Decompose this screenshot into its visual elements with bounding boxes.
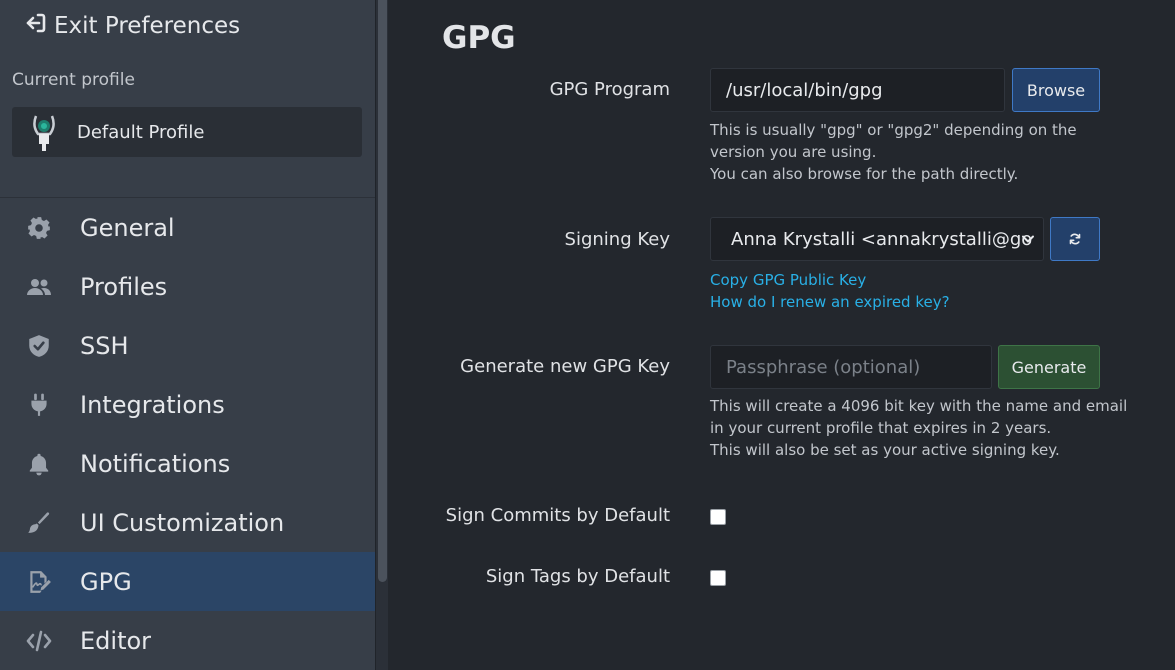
sidebar-scrollbar-thumb[interactable]	[378, 0, 387, 582]
exit-icon	[24, 11, 48, 41]
page-title: GPG	[442, 20, 516, 56]
passphrase-input[interactable]: Passphrase (optional)	[710, 345, 992, 389]
sidebar-item-label: Editor	[80, 626, 152, 655]
help-line: This will also be set as your active sig…	[710, 441, 1060, 459]
sidebar-item-label: GPG	[80, 567, 132, 596]
refresh-icon	[1069, 233, 1081, 245]
help-line: in your current profile that expires in …	[710, 419, 1052, 437]
sidebar-item-integrations[interactable]: Integrations	[0, 375, 375, 434]
sidebar-item-label: Integrations	[80, 390, 225, 419]
bell-icon	[24, 449, 54, 479]
sign-commits-checkbox[interactable]	[710, 509, 726, 525]
help-line: version you are using.	[710, 143, 877, 161]
sign-tags-label: Sign Tags by Default	[485, 566, 670, 587]
renew-expired-key-link[interactable]: How do I renew an expired key?	[710, 291, 950, 313]
current-profile-card[interactable]: Default Profile	[12, 107, 362, 157]
exit-preferences-button[interactable]: Exit Preferences	[24, 11, 240, 41]
generate-key-label: Generate new GPG Key	[460, 356, 670, 377]
help-line: You can also browse for the path directl…	[710, 165, 1019, 183]
signature-icon	[24, 567, 54, 597]
sidebar: Exit Preferences Current profile Default…	[0, 0, 375, 670]
generate-button[interactable]: Generate	[998, 345, 1100, 389]
gpg-program-input[interactable]: /usr/local/bin/gpg	[710, 68, 1005, 112]
sidebar-scrollbar[interactable]	[375, 0, 388, 670]
generate-key-help: This will create a 4096 bit key with the…	[710, 395, 1127, 461]
current-profile-caption: Current profile	[12, 70, 135, 90]
sidebar-item-label: Profiles	[80, 272, 168, 301]
browse-button[interactable]: Browse	[1012, 68, 1100, 112]
help-line: This is usually "gpg" or "gpg2" dependin…	[710, 121, 1077, 139]
sidebar-item-ui-customization[interactable]: UI Customization	[0, 493, 375, 552]
sign-commits-label: Sign Commits by Default	[445, 505, 670, 526]
sidebar-item-label: Notifications	[80, 449, 231, 478]
copy-public-key-link[interactable]: Copy GPG Public Key	[710, 269, 866, 291]
sidebar-item-label: SSH	[80, 331, 129, 360]
signing-key-label: Signing Key	[564, 229, 670, 250]
gpg-program-label: GPG Program	[549, 79, 670, 100]
sidebar-item-ssh[interactable]: SSH	[0, 316, 375, 375]
sidebar-item-general[interactable]: General	[0, 198, 375, 257]
sign-tags-checkbox[interactable]	[710, 570, 726, 586]
sidebar-item-profiles[interactable]: Profiles	[0, 257, 375, 316]
users-icon	[24, 272, 54, 302]
sidebar-item-label: UI Customization	[80, 508, 285, 537]
code-icon	[24, 626, 54, 656]
exit-preferences-label: Exit Preferences	[54, 13, 241, 39]
profile-avatar	[33, 115, 55, 151]
signing-key-selected: Anna Krystalli <annakrystalli@go	[731, 228, 1033, 250]
gear-icon	[24, 213, 54, 243]
sidebar-item-gpg[interactable]: GPG	[0, 552, 375, 611]
shield-icon	[24, 331, 54, 361]
refresh-keys-button[interactable]	[1050, 217, 1100, 261]
sidebar-item-label: General	[80, 213, 175, 242]
sidebar-item-editor[interactable]: Editor	[0, 611, 375, 670]
sidebar-item-notifications[interactable]: Notifications	[0, 434, 375, 493]
gpg-preferences-panel: GPG GPG Program /usr/local/bin/gpg Brows…	[388, 0, 1175, 670]
signing-key-select[interactable]: Anna Krystalli <annakrystalli@go	[710, 217, 1044, 261]
preferences-nav: General Profiles SSH Integrations Notifi	[0, 198, 375, 670]
gpg-program-help: This is usually "gpg" or "gpg2" dependin…	[710, 119, 1077, 185]
help-line: This will create a 4096 bit key with the…	[710, 397, 1128, 415]
chevron-down-icon	[1022, 235, 1034, 243]
profile-name: Default Profile	[77, 121, 205, 143]
paintbrush-icon	[24, 508, 54, 538]
plug-icon	[24, 390, 54, 420]
